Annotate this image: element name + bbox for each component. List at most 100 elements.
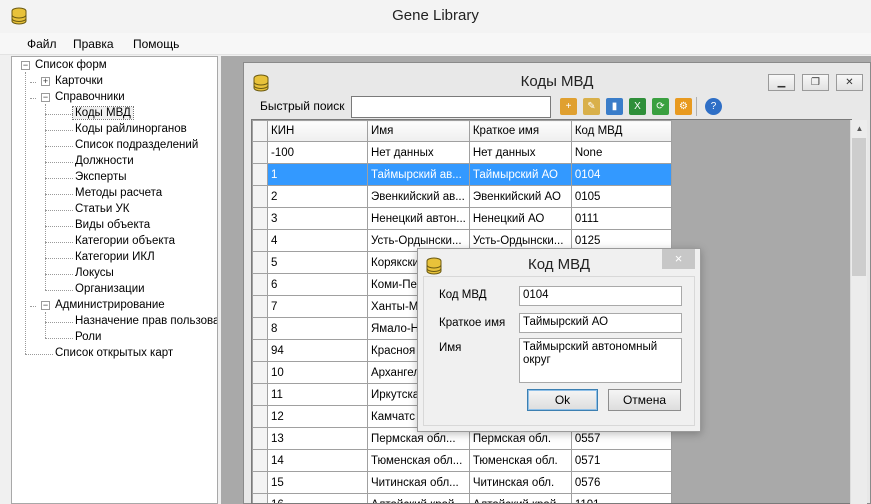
edit-icon[interactable]: ✎ (583, 98, 600, 115)
column-header-short-name[interactable]: Краткое имя (468, 120, 572, 142)
scrollbar-thumb[interactable] (852, 138, 866, 276)
cell-kin[interactable]: 2 (267, 185, 368, 208)
column-header-kin[interactable]: КИН (267, 120, 368, 142)
cell-kin[interactable]: 5 (267, 251, 368, 274)
row-header[interactable] (252, 185, 268, 208)
row-header[interactable] (252, 229, 268, 252)
cell-mvd-code[interactable]: 0111 (570, 207, 672, 230)
cell-short-name[interactable]: Эвенкийский АО (468, 185, 572, 208)
dialog-close-button[interactable]: × (662, 249, 695, 269)
row-header[interactable] (252, 273, 268, 296)
cell-kin[interactable]: 3 (267, 207, 368, 230)
add-icon[interactable]: + (560, 98, 577, 115)
cell-name[interactable]: Таймырский ав... (367, 163, 470, 186)
grid-vertical-scrollbar[interactable]: ▲ (850, 120, 867, 504)
tree-item-directory[interactable]: Статьи УК (75, 203, 129, 215)
collapse-directories-icon[interactable]: − (41, 93, 50, 102)
menu-help[interactable]: Помощь (133, 37, 179, 51)
excel-icon[interactable]: X (629, 98, 646, 115)
code-field[interactable]: 0104 (519, 286, 682, 306)
row-header[interactable] (252, 141, 268, 164)
table-row[interactable]: 14 Тюменская обл... Тюменская обл. 0571 (252, 449, 672, 472)
tree-item-admin[interactable]: Роли (75, 331, 101, 343)
cell-mvd-code[interactable]: 0105 (570, 185, 672, 208)
cell-short-name[interactable]: Таймырский АО (468, 163, 572, 186)
tree-item-directory[interactable]: Должности (75, 155, 134, 167)
cell-name[interactable]: Алтайский край (367, 493, 470, 503)
table-row[interactable]: 15 Читинская обл... Читинская обл. 0576 (252, 471, 672, 494)
scroll-up-icon[interactable]: ▲ (851, 120, 868, 137)
tree-item-directory[interactable]: Локусы (75, 267, 114, 279)
tree-item-admin[interactable]: Назначение прав пользовате (75, 315, 217, 327)
column-header-name[interactable]: Имя (367, 120, 470, 142)
cell-kin[interactable]: 1 (267, 163, 368, 186)
refresh-icon[interactable]: ⟳ (652, 98, 669, 115)
tree-item-directory[interactable]: Виды объекта (75, 219, 150, 231)
help-icon[interactable]: ? (705, 98, 722, 115)
cell-name[interactable]: Тюменская обл... (367, 449, 470, 472)
row-header[interactable] (252, 493, 268, 503)
tree-item-directory[interactable]: Категории объекта (75, 235, 175, 247)
ok-button[interactable]: Ok (527, 389, 598, 411)
restore-button[interactable]: ❐ (802, 74, 829, 91)
cell-kin[interactable]: 12 (267, 405, 368, 428)
row-header[interactable] (252, 207, 268, 230)
cell-mvd-code[interactable]: None (570, 141, 672, 164)
cell-kin[interactable]: 16 (267, 493, 368, 503)
cell-short-name[interactable]: Ненецкий АО (468, 207, 572, 230)
cell-kin[interactable]: 6 (267, 273, 368, 296)
tree-item-directories[interactable]: Справочники (55, 91, 125, 103)
tree-item-directory[interactable]: Эксперты (75, 171, 126, 183)
cell-kin[interactable]: -100 (267, 141, 368, 164)
tree-item-directory[interactable]: Категории ИКЛ (75, 251, 155, 263)
row-header[interactable] (252, 251, 268, 274)
menu-edit[interactable]: Правка (73, 37, 114, 51)
quick-search-input[interactable] (351, 96, 551, 118)
minimize-button[interactable]: ▁ (768, 74, 795, 91)
tree-item-directory[interactable]: Список подразделений (75, 139, 198, 151)
cell-mvd-code[interactable]: 1101 (570, 493, 672, 503)
table-row-selected[interactable]: 1 Таймырский ав... Таймырский АО 0104 (252, 163, 672, 186)
menu-file[interactable]: Файл (27, 37, 57, 51)
collapse-admin-icon[interactable]: − (41, 301, 50, 310)
tree-item-administration[interactable]: Администрирование (55, 299, 165, 311)
cell-name[interactable]: Ненецкий автон... (367, 207, 470, 230)
cell-kin[interactable]: 13 (267, 427, 368, 450)
cell-kin[interactable]: 15 (267, 471, 368, 494)
column-header-mvd-code[interactable]: Код МВД (570, 120, 672, 142)
expand-cards-icon[interactable]: + (41, 77, 50, 86)
cell-name[interactable]: Эвенкийский ав... (367, 185, 470, 208)
cell-short-name[interactable]: Читинская обл. (468, 471, 572, 494)
row-header[interactable] (252, 317, 268, 340)
cell-short-name[interactable]: Алтайский край (468, 493, 572, 503)
row-header[interactable] (252, 449, 268, 472)
row-header[interactable] (252, 383, 268, 406)
cell-kin[interactable]: 11 (267, 383, 368, 406)
short-name-field[interactable]: Таймырский АО (519, 313, 682, 333)
tree-item-cards[interactable]: Карточки (55, 75, 103, 87)
tree-item-directory[interactable]: Организации (75, 283, 145, 295)
row-header[interactable] (252, 295, 268, 318)
cell-kin[interactable]: 4 (267, 229, 368, 252)
table-row[interactable]: 16 Алтайский край Алтайский край 1101 (252, 493, 672, 503)
table-row[interactable]: 3 Ненецкий автон... Ненецкий АО 0111 (252, 207, 672, 230)
collapse-root-icon[interactable]: − (21, 61, 30, 70)
cell-short-name[interactable]: Нет данных (468, 141, 572, 164)
cell-name[interactable]: Нет данных (367, 141, 470, 164)
row-header[interactable] (252, 361, 268, 384)
delete-icon[interactable]: ▮ (606, 98, 623, 115)
tree-item-mvd-codes[interactable]: Коды МВД (72, 106, 134, 120)
cell-kin[interactable]: 10 (267, 361, 368, 384)
tree-item-directory[interactable]: Коды райлинорганов (75, 123, 187, 135)
row-header[interactable] (252, 405, 268, 428)
cell-short-name[interactable]: Тюменская обл. (468, 449, 572, 472)
cancel-button[interactable]: Отмена (608, 389, 681, 411)
cell-kin[interactable]: 94 (267, 339, 368, 362)
cell-kin[interactable]: 14 (267, 449, 368, 472)
row-header[interactable] (252, 471, 268, 494)
row-header[interactable] (252, 163, 268, 186)
cell-mvd-code[interactable]: 0571 (570, 449, 672, 472)
close-button[interactable]: ✕ (836, 74, 863, 91)
cell-mvd-code[interactable]: 0104 (570, 163, 672, 186)
table-row[interactable]: -100 Нет данных Нет данных None (252, 141, 672, 164)
